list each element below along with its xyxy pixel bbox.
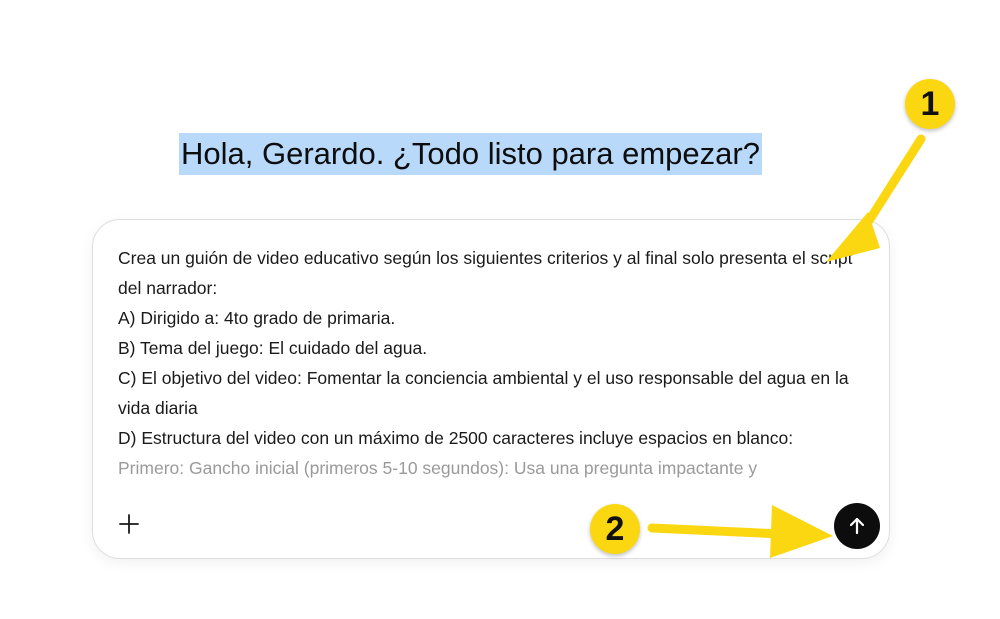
chat-page: Hola, Gerardo. ¿Todo listo para empezar?…	[0, 0, 1000, 619]
prompt-line: B) Tema del juego: El cuidado del agua.	[118, 338, 428, 358]
annotation-badge-2: 2	[590, 504, 640, 554]
prompt-composer[interactable]: Crea un guión de video educativo según l…	[92, 219, 890, 559]
send-button[interactable]	[834, 503, 880, 549]
prompt-line: A) Dirigido a: 4to grado de primaria.	[118, 308, 396, 328]
annotation-badge-1: 1	[905, 79, 955, 129]
prompt-input[interactable]: Crea un guión de video educativo según l…	[118, 243, 873, 499]
prompt-line: Crea un guión de video educativo según l…	[118, 248, 853, 298]
arrow-up-icon	[849, 517, 865, 535]
plus-icon	[119, 514, 139, 534]
greeting-heading: Hola, Gerardo. ¿Todo listo para empezar?	[179, 133, 762, 175]
prompt-line: C) El objetivo del video: Fomentar la co…	[118, 368, 849, 418]
prompt-line: D) Estructura del video con un máximo de…	[118, 428, 794, 448]
prompt-line: Primero: Gancho inicial (primeros 5-10 s…	[118, 458, 758, 478]
add-attachment-button[interactable]	[115, 510, 143, 538]
